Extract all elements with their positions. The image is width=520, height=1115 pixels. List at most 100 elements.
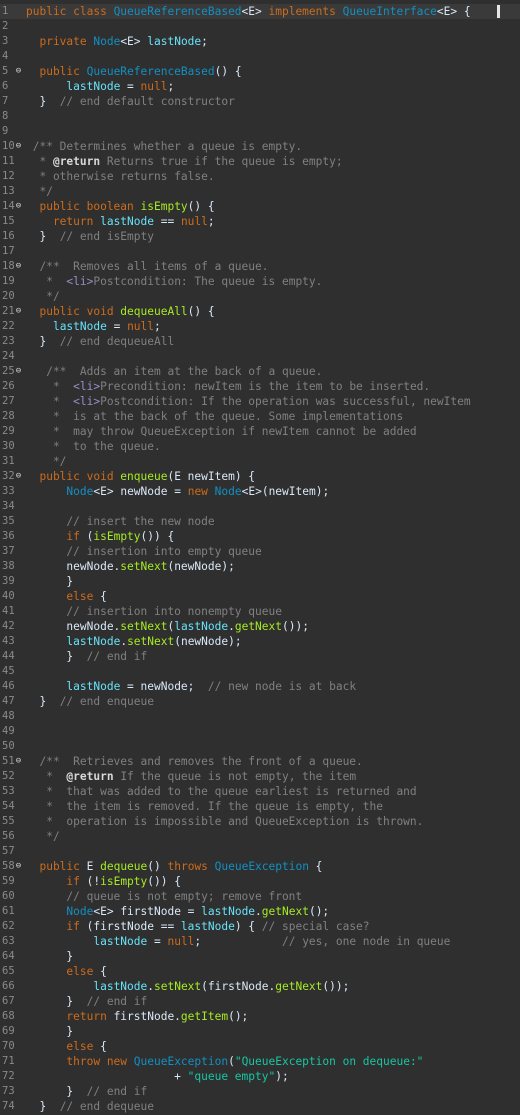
fold-collapse-icon[interactable]: ⊖ <box>14 862 23 871</box>
code-line[interactable]: 66 lastNode.setNext(firstNode.getNext())… <box>0 979 520 994</box>
code-line[interactable]: 43 lastNode.setNext(newNode); <box>0 634 520 649</box>
code-line[interactable]: 31 */ <box>0 454 520 469</box>
code-text: lastNode = newNode; // new node is at ba… <box>26 679 356 694</box>
code-line[interactable]: 27 * <li>Postcondition: If the operation… <box>0 394 520 409</box>
code-line[interactable]: 51 ⊖ /** Retrieves and removes the front … <box>0 754 520 769</box>
code-token: { <box>100 590 107 603</box>
code-token: isEmpty <box>93 530 141 543</box>
code-line[interactable]: 7 } // end default constructor <box>0 94 520 109</box>
code-line[interactable]: 50 <box>0 739 520 754</box>
code-line[interactable]: 60 // queue is not empty; remove front <box>0 889 520 904</box>
code-line[interactable]: 12 * otherwise returns false. <box>0 169 520 184</box>
code-line[interactable]: 35 // insert the new node <box>0 514 520 529</box>
line-gutter: 37 <box>0 544 24 559</box>
code-line[interactable]: 54 * the item is removed. If the queue i… <box>0 799 520 814</box>
code-line[interactable]: 64 } <box>0 949 520 964</box>
code-line[interactable]: 70 else { <box>0 1039 520 1054</box>
code-line[interactable]: 28 * is at the back of the queue. Some i… <box>0 409 520 424</box>
code-line[interactable]: 72 + "queue empty"); <box>0 1069 520 1084</box>
code-line[interactable]: 16 } // end isEmpty <box>0 229 520 244</box>
code-line[interactable]: 69 } <box>0 1024 520 1039</box>
fold-collapse-icon[interactable]: ⊖ <box>14 367 23 376</box>
code-line[interactable]: 41 // insertion into nonempty queue <box>0 604 520 619</box>
code-line[interactable]: 3 private Node<E> lastNode; <box>0 34 520 49</box>
code-line[interactable]: 68 return firstNode.getItem(); <box>0 1009 520 1024</box>
code-line[interactable]: 73 } // end if <box>0 1084 520 1099</box>
code-line[interactable]: 34 <box>0 499 520 514</box>
line-number: 47 <box>2 695 15 707</box>
code-line[interactable]: 29 * may throw QueueException if newItem… <box>0 424 520 439</box>
line-number: 66 <box>2 980 15 992</box>
code-line[interactable]: 74 } // end dequeue <box>0 1099 520 1114</box>
code-line[interactable]: 20 */ <box>0 289 520 304</box>
code-line[interactable]: 57 <box>0 844 520 859</box>
code-line[interactable]: 62 if (firstNode == lastNode) { // speci… <box>0 919 520 934</box>
code-line[interactable]: 30 * to the queue. <box>0 439 520 454</box>
code-line[interactable]: 26 * <li>Precondition: newItem is the it… <box>0 379 520 394</box>
code-line[interactable]: 11 * @return Returns true if the queue i… <box>0 154 520 169</box>
fold-collapse-icon[interactable]: ⊖ <box>14 202 23 211</box>
code-line[interactable]: 71 throw new QueueException("QueueExcept… <box>0 1054 520 1069</box>
code-line[interactable]: 21 ⊖ public void dequeueAll() { <box>0 304 520 319</box>
code-line[interactable]: 47 } // end enqueue <box>0 694 520 709</box>
code-line[interactable]: 46 lastNode = newNode; // new node is at… <box>0 679 520 694</box>
code-line[interactable]: 32 ⊖ public void enqueue(E newItem) { <box>0 469 520 484</box>
code-line[interactable]: 33 Node<E> newNode = new Node<E>(newItem… <box>0 484 520 499</box>
code-line[interactable]: 6 lastNode = null; <box>0 79 520 94</box>
code-line[interactable]: 42 newNode.setNext(lastNode.getNext()); <box>0 619 520 634</box>
code-line[interactable]: 36 if (isEmpty()) { <box>0 529 520 544</box>
code-line[interactable]: 65 else { <box>0 964 520 979</box>
code-line[interactable]: 19 * <li>Postcondition: The queue is emp… <box>0 274 520 289</box>
code-line[interactable]: 48 <box>0 709 520 724</box>
fold-collapse-icon[interactable]: ⊖ <box>14 142 23 151</box>
code-line[interactable]: 2 <box>0 19 520 34</box>
code-token: * <box>26 275 67 288</box>
fold-collapse-icon[interactable]: ⊖ <box>14 262 23 271</box>
code-token: */ <box>26 290 60 303</box>
code-line[interactable]: 63 lastNode = null; // yes, one node in … <box>0 934 520 949</box>
line-number: 53 <box>2 785 15 797</box>
code-line[interactable]: 23 } // end dequeueAll <box>0 334 520 349</box>
line-gutter: 41 <box>0 604 24 619</box>
code-line[interactable]: 4 <box>0 49 520 64</box>
text-cursor <box>497 5 500 18</box>
code-line[interactable]: 61 Node<E> firstNode = lastNode.getNext(… <box>0 904 520 919</box>
fold-collapse-icon[interactable]: ⊖ <box>14 307 23 316</box>
code-line[interactable]: 59 if (!isEmpty()) { <box>0 874 520 889</box>
line-number: 27 <box>2 395 15 407</box>
code-line[interactable]: 9 <box>0 124 520 139</box>
code-line[interactable]: 49 <box>0 724 520 739</box>
code-line[interactable]: 13 */ <box>0 184 520 199</box>
fold-collapse-icon[interactable]: ⊖ <box>14 472 23 481</box>
code-line[interactable]: 1 public class QueueReferenceBased<E> imp… <box>0 4 520 19</box>
code-line[interactable]: 55 * operation is impossible and QueueEx… <box>0 814 520 829</box>
code-editor[interactable]: 1 public class QueueReferenceBased<E> imp… <box>0 0 520 1115</box>
code-token: * is at the back of the queue. Some impl… <box>26 410 404 423</box>
code-line[interactable]: 5 ⊖ public QueueReferenceBased() { <box>0 64 520 79</box>
code-line[interactable]: 14 ⊖ public boolean isEmpty() { <box>0 199 520 214</box>
code-line[interactable]: 25 ⊖ /** Adds an item at the back of a qu… <box>0 364 520 379</box>
code-line[interactable]: 58 ⊖ public E dequeue() throws QueueExcep… <box>0 859 520 874</box>
code-line[interactable]: 24 <box>0 349 520 364</box>
code-line[interactable]: 37 // insertion into empty queue <box>0 544 520 559</box>
code-line[interactable]: 52 * @return If the queue is not empty, … <box>0 769 520 784</box>
code-line[interactable]: 38 newNode.setNext(newNode); <box>0 559 520 574</box>
code-line[interactable]: 8 <box>0 109 520 124</box>
code-line[interactable]: 39 } <box>0 574 520 589</box>
code-line[interactable]: 40 else { <box>0 589 520 604</box>
fold-collapse-icon[interactable]: ⊖ <box>14 757 23 766</box>
code-line[interactable]: 44 } // end if <box>0 649 520 664</box>
code-line[interactable]: 56 */ <box>0 829 520 844</box>
code-token: throw new <box>26 1055 134 1068</box>
code-line[interactable]: 15 return lastNode == null; <box>0 214 520 229</box>
code-text: } // end isEmpty <box>26 229 154 244</box>
code-line[interactable]: 10 ⊖ /** Determines whether a queue is em… <box>0 139 520 154</box>
code-line[interactable]: 67 } // end if <box>0 994 520 1009</box>
code-line[interactable]: 45 <box>0 664 520 679</box>
code-line[interactable]: 53 * that was added to the queue earlies… <box>0 784 520 799</box>
code-line[interactable]: 18 ⊖ /** Removes all items of a queue. <box>0 259 520 274</box>
fold-collapse-icon[interactable]: ⊖ <box>14 67 23 76</box>
code-line[interactable]: 17 <box>0 244 520 259</box>
code-line[interactable]: 22 lastNode = null; <box>0 319 520 334</box>
code-token: lastNode <box>66 80 121 93</box>
